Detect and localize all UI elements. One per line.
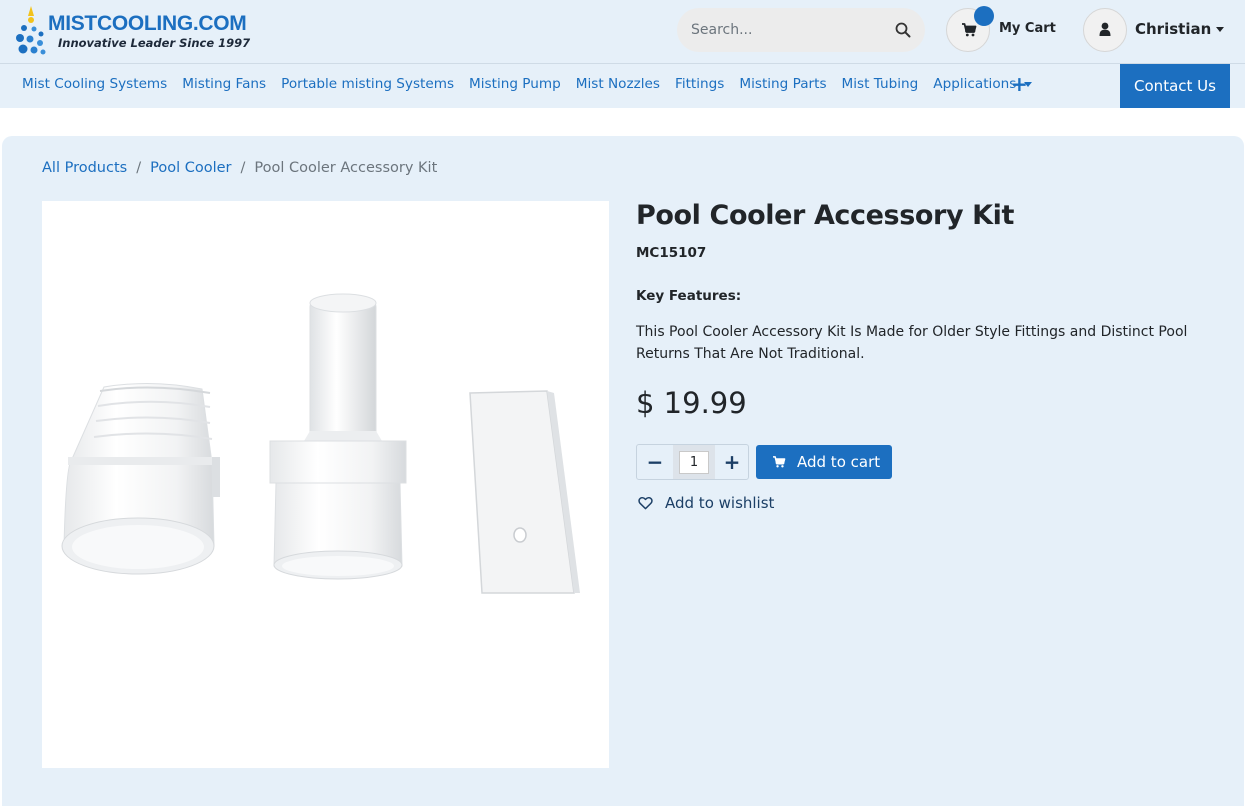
product-sku: MC15107	[636, 245, 707, 261]
user-menu-toggle[interactable]: Christian	[1135, 20, 1225, 38]
site-logo[interactable]: MISTCOOLING.COM Innovative Leader Since …	[14, 4, 254, 60]
logo-drops-icon	[16, 6, 46, 55]
caret-down-icon	[1216, 27, 1225, 32]
key-features-heading: Key Features:	[636, 288, 742, 304]
product-price: $ 19.99	[636, 386, 747, 420]
user-name: Christian	[1135, 20, 1212, 38]
logo-tagline: Innovative Leader Since 1997	[58, 36, 251, 50]
search-box	[677, 8, 925, 52]
nav-item-portable-misting-systems[interactable]: Portable misting Systems	[281, 76, 454, 96]
search-input[interactable]	[691, 19, 881, 41]
nav-item-mist-nozzles[interactable]: Mist Nozzles	[576, 76, 660, 96]
nav-item-fittings[interactable]: Fittings	[675, 76, 724, 96]
breadcrumb-all-products[interactable]: All Products	[42, 160, 127, 176]
quantity-decrease-button[interactable]: −	[637, 445, 673, 479]
site-header: MISTCOOLING.COM Innovative Leader Since …	[0, 0, 1245, 108]
add-to-wishlist-button[interactable]: Add to wishlist	[638, 494, 774, 512]
add-to-cart-button[interactable]: Add to cart	[756, 445, 892, 479]
quantity-stepper: − +	[636, 444, 749, 480]
heart-icon	[638, 496, 653, 510]
nav-item-mist-tubing[interactable]: Mist Tubing	[842, 76, 919, 96]
wishlist-label: Add to wishlist	[665, 494, 775, 512]
quantity-input[interactable]	[679, 451, 709, 474]
search-icon[interactable]	[895, 22, 911, 38]
contact-us-button[interactable]: Contact Us	[1120, 64, 1230, 108]
product-page: All Products / Pool Cooler / Pool Cooler…	[2, 136, 1244, 806]
user-avatar-button[interactable]	[1083, 8, 1127, 52]
breadcrumb-pool-cooler[interactable]: Pool Cooler	[150, 160, 231, 176]
breadcrumb-separator: /	[136, 160, 142, 176]
product-title: Pool Cooler Accessory Kit	[636, 200, 1015, 231]
add-to-cart-label: Add to cart	[797, 453, 881, 471]
nav-item-misting-pump[interactable]: Misting Pump	[469, 76, 561, 96]
breadcrumb-separator: /	[240, 160, 246, 176]
logo-wordmark: MISTCOOLING.COM	[48, 12, 247, 35]
breadcrumb-current: Pool Cooler Accessory Kit	[254, 160, 438, 176]
breadcrumb: All Products / Pool Cooler / Pool Cooler…	[42, 160, 437, 176]
nav-item-misting-parts[interactable]: Misting Parts	[739, 76, 826, 96]
cart-icon	[962, 23, 977, 37]
main-navigation: Mist Cooling Systems Misting Fans Portab…	[22, 76, 1047, 96]
product-description: This Pool Cooler Accessory Kit Is Made f…	[636, 324, 1188, 362]
product-photo	[61, 293, 580, 594]
nav-item-applications-label: Applications	[933, 76, 1017, 92]
cart-icon	[773, 456, 786, 468]
quantity-increase-button[interactable]: +	[715, 445, 749, 479]
header-divider	[0, 63, 1245, 64]
product-image[interactable]	[42, 201, 609, 768]
nav-item-misting-fans[interactable]: Misting Fans	[182, 76, 266, 96]
cart-count-badge	[974, 6, 994, 26]
cart-label[interactable]: My Cart	[999, 21, 1056, 36]
quantity-field-wrapper	[673, 445, 715, 479]
nav-item-mist-cooling-systems[interactable]: Mist Cooling Systems	[22, 76, 167, 96]
nav-more-button[interactable]: +	[1011, 74, 1028, 94]
user-icon	[1099, 22, 1111, 36]
